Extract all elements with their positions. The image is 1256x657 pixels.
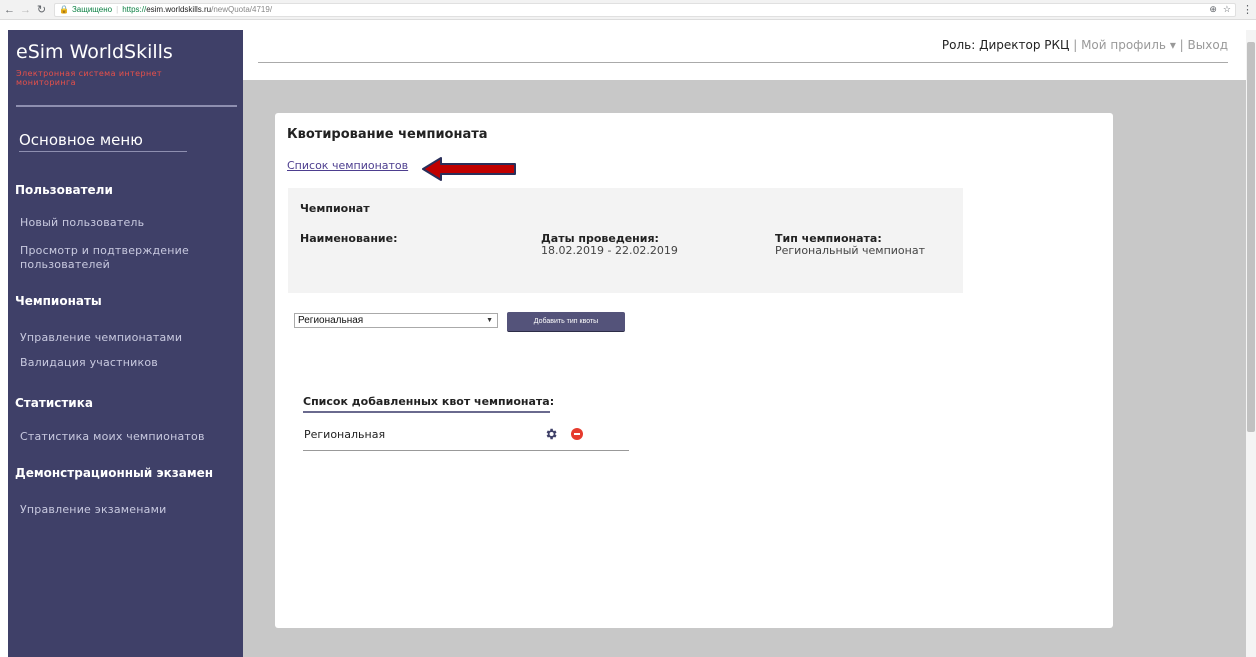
star-icon[interactable]: ☆ (1223, 4, 1231, 15)
scrollbar-thumb[interactable] (1247, 42, 1255, 432)
sidebar-item-new-user[interactable]: Новый пользователь (20, 216, 144, 230)
logo-subtitle: Электронная система интернет мониторинга (16, 69, 162, 87)
sidebar-section-users: Пользователи (15, 183, 113, 197)
header-divider-line (258, 62, 1228, 63)
lock-icon: 🔒 (59, 5, 69, 14)
reload-icon[interactable]: ↻ (35, 3, 48, 16)
forward-arrow-icon[interactable]: → (19, 4, 32, 16)
zoom-icon[interactable]: ⊕ (1209, 4, 1217, 15)
sidebar-item-manage-championships[interactable]: Управление чемпионатами (20, 331, 182, 345)
top-header: Роль: Директор РКЦ | Мой профиль ▾ | Вых… (258, 38, 1228, 52)
page-title: Квотирование чемпионата (287, 127, 488, 142)
sidebar-item-my-statistics[interactable]: Статистика моих чемпионатов (20, 430, 205, 444)
sidebar-section-demo-exam: Демонстрационный экзамен (15, 466, 214, 480)
quota-type-selected: Региональная (298, 315, 364, 326)
chevron-down-icon[interactable]: ▾ (1170, 38, 1176, 52)
quota-row-name: Региональная (304, 428, 386, 441)
menu-dots-icon[interactable]: ⋮ (1242, 3, 1253, 16)
dates-value: 18.02.2019 - 22.02.2019 (541, 244, 678, 257)
logout-link[interactable]: Выход (1188, 38, 1228, 52)
add-quota-type-button[interactable]: Добавить тип квоты (507, 312, 625, 332)
sidebar-item-view-users[interactable]: Просмотр и подтверждение пользователей (20, 244, 210, 272)
browser-toolbar: ← → ↻ 🔒 Защищено | https:// esim.worldsk… (0, 0, 1256, 20)
back-arrow-icon[interactable]: ← (3, 4, 16, 16)
main-menu-underline (19, 151, 187, 152)
logo-divider (16, 105, 237, 107)
name-label: Наименование: (300, 232, 398, 245)
url-path: /newQuota/4719/ (211, 5, 273, 14)
secure-label: Защищено (71, 5, 113, 14)
type-value: Региональный чемпионат (775, 244, 926, 257)
quota-list-underline (303, 411, 550, 413)
role-label: Роль: Директор РКЦ (941, 38, 1070, 52)
sidebar-item-validate-participants[interactable]: Валидация участников (20, 356, 158, 370)
sidebar-section-championships: Чемпионаты (15, 294, 102, 308)
sidebar-section-statistics: Статистика (15, 396, 93, 410)
header-divider: | (1073, 38, 1078, 52)
sidebar: eSim WorldSkills Электронная система инт… (8, 30, 243, 657)
url-host: esim.worldskills.ru (146, 5, 212, 14)
annotation-arrow (422, 157, 516, 181)
profile-link[interactable]: Мой профиль (1081, 38, 1166, 52)
championship-list-link[interactable]: Список чемпионатов (287, 159, 408, 172)
address-bar[interactable]: 🔒 Защищено | https:// esim.worldskills.r… (54, 2, 1236, 17)
logo-title[interactable]: eSim WorldSkills (16, 41, 173, 63)
url-scheme: https:// (122, 5, 147, 14)
gear-icon[interactable] (544, 427, 558, 441)
quota-list-title: Список добавленных квот чемпионата: (303, 395, 555, 408)
main-menu-title: Основное меню (19, 131, 143, 149)
quota-type-select[interactable]: Региональная ▼ (294, 313, 498, 328)
quota-row-divider (303, 450, 629, 451)
header-divider: | (1179, 38, 1184, 52)
sidebar-item-manage-exams[interactable]: Управление экзаменами (20, 503, 166, 517)
championship-heading: Чемпионат (300, 202, 370, 215)
select-caret-icon: ▼ (486, 317, 493, 324)
remove-icon[interactable] (571, 428, 583, 440)
address-separator: | (116, 5, 119, 14)
